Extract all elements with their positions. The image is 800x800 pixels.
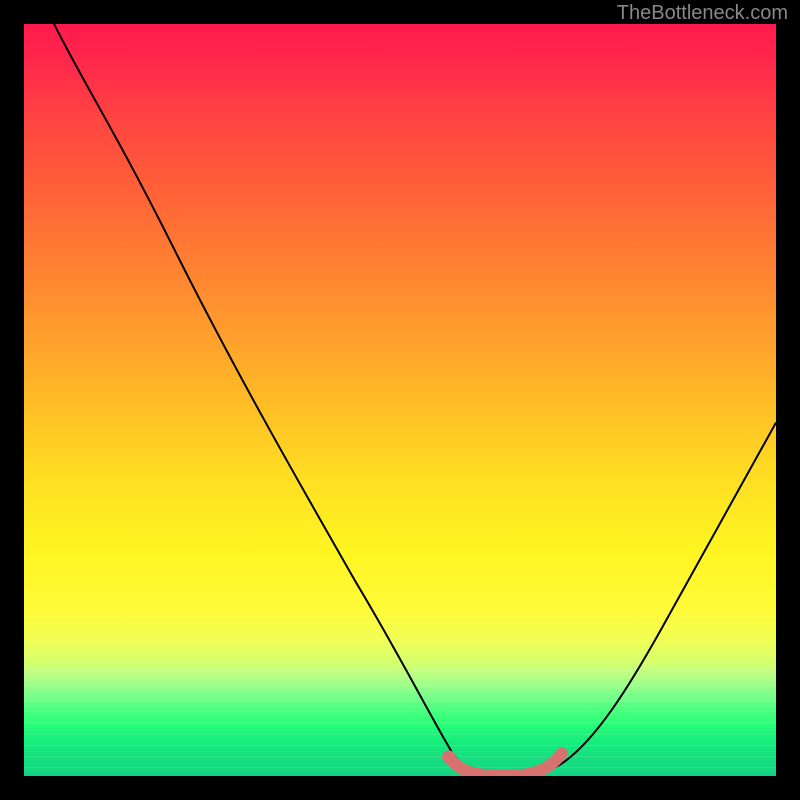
- watermark-text: TheBottleneck.com: [617, 2, 788, 25]
- highlight-start-dot: [442, 750, 456, 764]
- highlight-segment: [449, 753, 562, 776]
- chart-svg: [24, 24, 776, 776]
- main-curve: [54, 24, 776, 776]
- plot-area: [24, 24, 776, 776]
